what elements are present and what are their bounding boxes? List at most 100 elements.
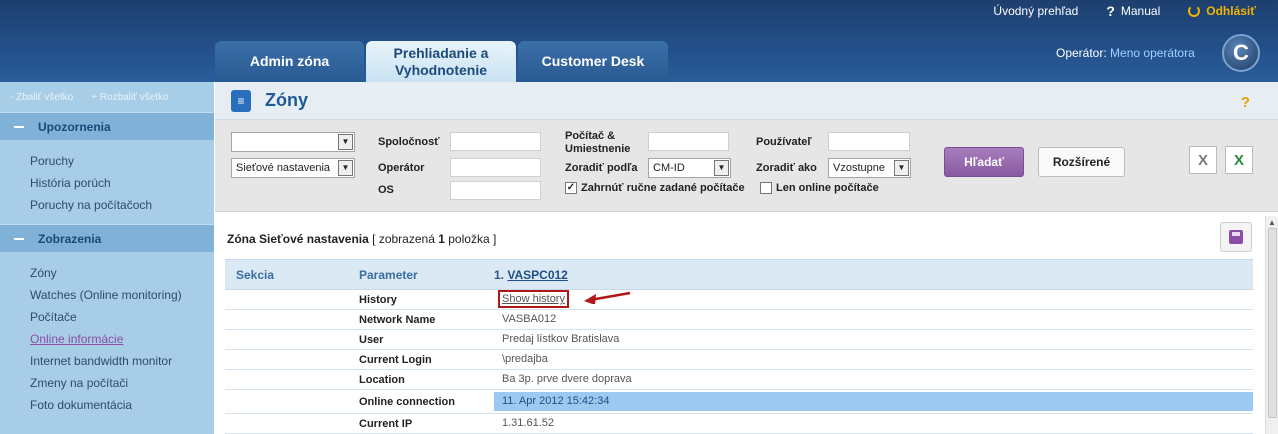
help-icon: ?: [1106, 3, 1115, 19]
table-header: Sekcia Parameter 1. VASPC012: [225, 259, 1253, 290]
tab-admin-zone[interactable]: Admin zóna: [215, 41, 364, 82]
overview-link[interactable]: Úvodný prehľad: [993, 4, 1078, 18]
operator-info: Operátor: Meno operátora: [1056, 46, 1195, 60]
online-only-label: Len online počítače: [776, 182, 879, 194]
zone-select[interactable]: ▼: [231, 132, 355, 152]
header-parameter: Parameter: [359, 267, 418, 282]
sidebar-item-photo-docs[interactable]: Foto dokumentácia: [30, 394, 214, 416]
sidebar-item-faults[interactable]: Poruchy: [30, 150, 214, 172]
section-title[interactable]: Zobrazenia: [38, 232, 101, 246]
manual-label[interactable]: Manual: [1121, 4, 1160, 18]
user-input[interactable]: [828, 132, 910, 151]
overview-label[interactable]: Úvodný prehľad: [993, 4, 1078, 18]
operator-name[interactable]: Meno operátora: [1110, 46, 1195, 60]
main-content: ≡ Zóny ? ▼ Sieťové nastavenia ▼ Spoločnos…: [215, 82, 1278, 434]
app-logo: C: [1222, 34, 1260, 72]
sidebar-item-computers[interactable]: Počítače: [30, 306, 214, 328]
company-label: Spoločnosť: [378, 136, 440, 148]
chevron-down-icon: ▼: [894, 160, 909, 176]
section-header-views[interactable]: Zobrazenia: [0, 224, 214, 252]
table-row: Location Ba 3p. prve dvere doprava: [225, 370, 1253, 390]
collapse-icon: [14, 125, 24, 128]
table-row: Network Name VASBA012: [225, 310, 1253, 330]
collapse-all-label[interactable]: Zbaliť všetko: [16, 92, 73, 103]
zone-result-title: Zóna Sieťové nastavenia: [227, 232, 369, 246]
sidebar-item-fault-history[interactable]: História porúch: [30, 172, 214, 194]
table-row: Online connection 11. Apr 2012 15:42:34: [225, 390, 1253, 414]
logout-link[interactable]: Odhlásiť: [1188, 4, 1256, 18]
sort-by-select[interactable]: CM-ID ▼: [648, 158, 731, 178]
computer-link[interactable]: VASPC012: [507, 268, 567, 282]
computer-label: Počítač & Umiestnenie: [565, 130, 631, 155]
param-name: Current Login: [359, 353, 432, 366]
vertical-scrollbar[interactable]: ▲: [1265, 216, 1278, 434]
excel-export-gray-icon[interactable]: X: [1189, 146, 1217, 174]
computer-input[interactable]: [648, 132, 729, 151]
expand-controls: - Zbaliť všetko + Rozbaliť všetko: [0, 82, 214, 112]
operator-filter-label: Operátor: [378, 162, 425, 174]
company-input[interactable]: [450, 132, 541, 151]
sort-order-select[interactable]: Vzostupne ▼: [828, 158, 911, 178]
sidebar-item-computer-changes[interactable]: Zmeny na počítači: [30, 372, 214, 394]
checkbox-checked[interactable]: ✓: [565, 182, 577, 194]
sort-by-label: Zoradiť podľa: [565, 162, 638, 174]
tab-customer-desk[interactable]: Customer Desk: [518, 41, 668, 82]
table-row: History Show history: [225, 290, 1253, 310]
chevron-down-icon: ▼: [338, 134, 353, 150]
sidebar-item-zones[interactable]: Zóny: [30, 262, 214, 284]
param-value: \predajba: [502, 353, 548, 365]
main-tabs: Admin zóna Prehliadanie a Vyhodnotenie C…: [215, 41, 668, 82]
zone-icon: ≡: [231, 89, 251, 112]
operator-input[interactable]: [450, 158, 541, 177]
advanced-button[interactable]: Rozšírené: [1038, 147, 1125, 177]
param-name: Online connection: [359, 395, 455, 408]
help-icon[interactable]: ?: [1241, 94, 1250, 111]
expand-all-link[interactable]: + Rozbaliť všetko: [91, 92, 168, 103]
checkbox-unchecked[interactable]: [760, 182, 772, 194]
section-title[interactable]: Upozornenia: [38, 120, 111, 134]
sidebar-item-watches[interactable]: Watches (Online monitoring): [30, 284, 214, 306]
expand-all-label[interactable]: Rozbaliť všetko: [100, 92, 169, 103]
top-bar: Úvodný prehľad ? Manual Odhlásiť: [993, 0, 1278, 22]
logout-label[interactable]: Odhlásiť: [1206, 4, 1256, 18]
section-header-alerts[interactable]: Upozornenia: [0, 112, 214, 140]
os-label: OS: [378, 184, 394, 196]
header-computer: 1. VASPC012: [494, 268, 568, 282]
app-header: Úvodný prehľad ? Manual Odhlásiť Admin zó…: [0, 0, 1278, 82]
page-title: Zóny: [265, 90, 308, 110]
sort-order-value: Vzostupne: [833, 162, 885, 174]
param-value: Ba 3p. prve dvere doprava: [502, 373, 632, 385]
scroll-thumb[interactable]: [1268, 228, 1277, 418]
sidebar: - Zbaliť všetko + Rozbaliť všetko Upozor…: [0, 82, 214, 434]
result-count: 1: [438, 232, 445, 246]
param-name: User: [359, 333, 384, 346]
filter-panel: ▼ Sieťové nastavenia ▼ Spoločnosť Operáto…: [215, 120, 1278, 212]
table-row: Current IP 1.31.61.52: [225, 414, 1253, 434]
section-list-alerts: Poruchy História porúch Poruchy na počít…: [0, 140, 214, 224]
category-select[interactable]: Sieťové nastavenia ▼: [231, 158, 355, 178]
collapse-all-link[interactable]: - Zbaliť všetko: [10, 92, 73, 103]
sidebar-item-bandwidth-monitor[interactable]: Internet bandwidth monitor: [30, 350, 214, 372]
include-manual-label: Zahrnúť ručne zadané počítače: [581, 182, 745, 194]
search-button[interactable]: Hľadať: [944, 147, 1024, 177]
section-list-views: Zóny Watches (Online monitoring) Počítač…: [0, 252, 214, 424]
tab-browse-evaluate[interactable]: Prehliadanie a Vyhodnotenie: [366, 41, 516, 82]
results-table: Sekcia Parameter 1. VASPC012 History Show…: [225, 259, 1253, 434]
os-input[interactable]: [450, 181, 541, 200]
sidebar-item-computer-faults[interactable]: Poruchy na počítačoch: [30, 194, 214, 216]
table-row: Current Login \predajba: [225, 350, 1253, 370]
param-name: Current IP: [359, 417, 413, 430]
include-manual-checkbox[interactable]: ✓ Zahrnúť ručne zadané počítače: [565, 182, 745, 194]
save-button[interactable]: [1220, 222, 1252, 252]
param-value: 1.31.61.52: [502, 417, 554, 429]
callout-arrow-icon: [584, 291, 631, 304]
show-history-link[interactable]: Show history: [498, 290, 569, 308]
manual-link[interactable]: ? Manual: [1106, 3, 1160, 19]
online-only-checkbox[interactable]: Len online počítače: [760, 182, 879, 194]
sidebar-item-online-info[interactable]: Online informácie: [30, 328, 214, 350]
param-name: History: [359, 293, 397, 306]
excel-export-icon[interactable]: X: [1225, 146, 1253, 174]
chevron-down-icon: ▼: [338, 160, 353, 176]
save-icon: [1229, 230, 1243, 244]
shown-suffix: položka ]: [448, 232, 497, 246]
